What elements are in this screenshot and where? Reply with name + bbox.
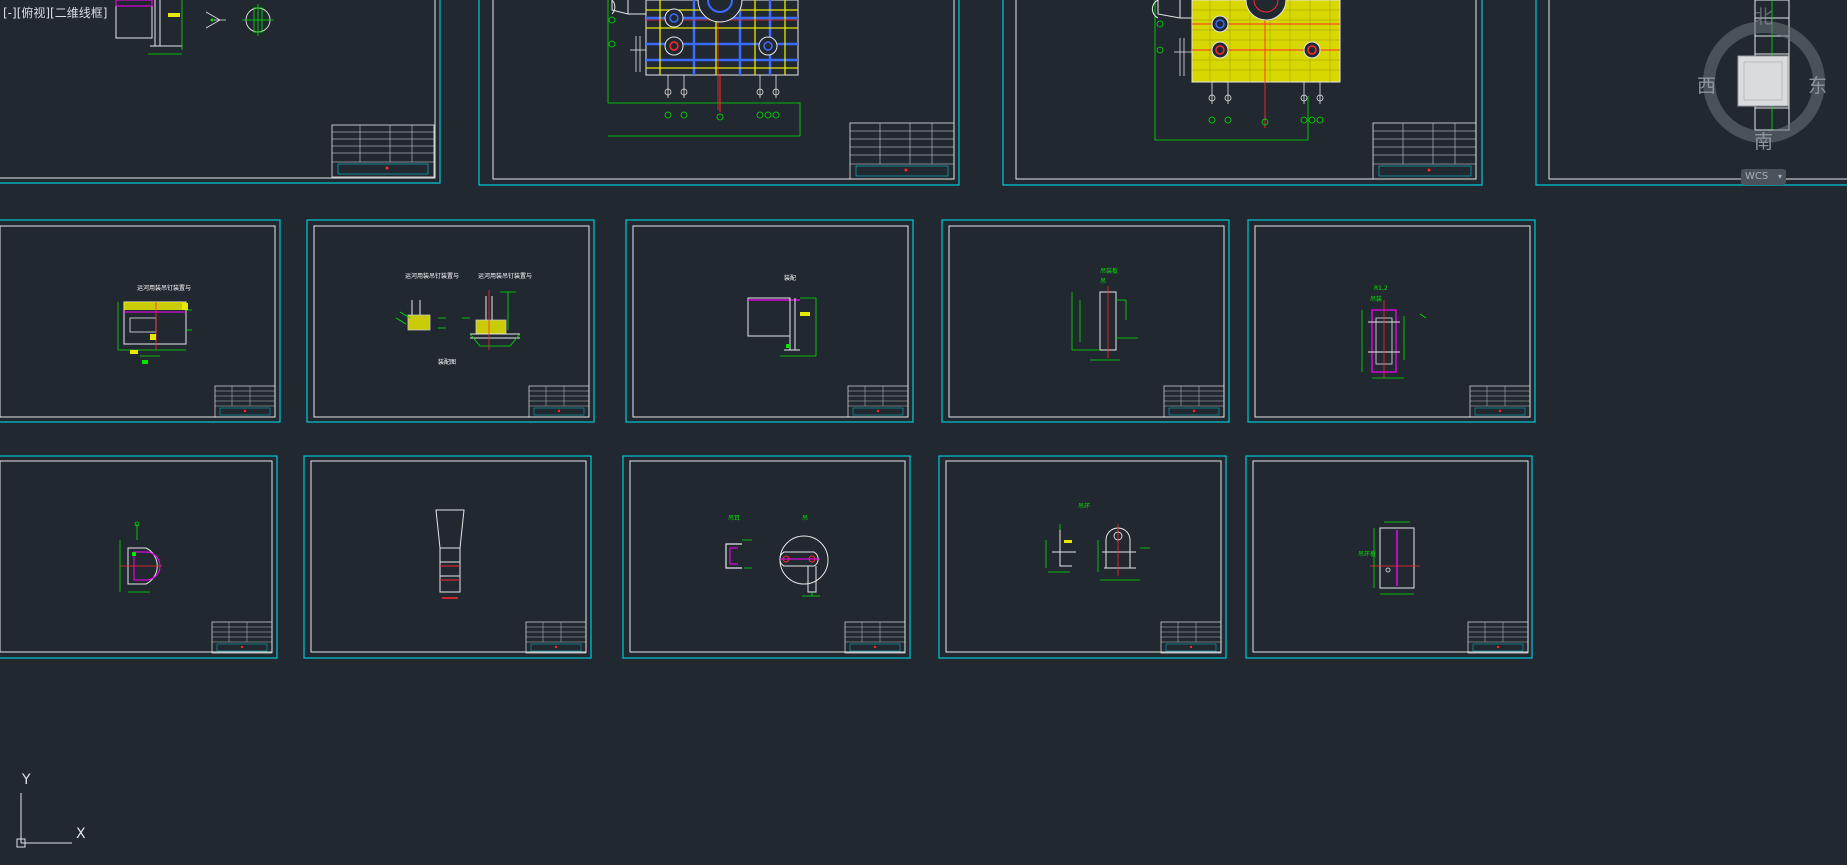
sheet-row2-5[interactable] (1247, 219, 1536, 423)
sheet-row2-2-caption: 装配图 (438, 358, 456, 366)
sheet-row3-3-title: 吊耳 (728, 515, 740, 522)
compass-north-label[interactable]: 北 (1754, 2, 1773, 29)
sheet-row3-2[interactable] (303, 455, 592, 659)
sheet-row3-4[interactable] (938, 455, 1227, 659)
viewcube-top-face[interactable] (1737, 55, 1789, 107)
compass-west-label[interactable]: 西 (1697, 71, 1716, 98)
sheet-row2-5-title: R1.2 (1374, 285, 1388, 292)
sheet-row2-3-title: 装配 (784, 274, 796, 282)
sheet-row3-3-subtitle: 吊 (802, 515, 808, 522)
sheet-row3-5[interactable] (1245, 455, 1533, 659)
sheet-row1-3[interactable] (1002, 0, 1483, 186)
sheet-row3-3[interactable] (622, 455, 911, 659)
sheet-row3-4-title: 吊环 (1078, 503, 1090, 510)
sheet-row1-4[interactable] (1535, 0, 1847, 186)
sheet-row2-2[interactable] (306, 219, 595, 423)
wcs-menu-button[interactable]: WCS ▾ (1741, 169, 1786, 185)
sheet-row2-3[interactable] (625, 219, 914, 423)
sheet-row2-5-subtitle: 吊装 (1370, 295, 1382, 303)
sheet-row2-2-title: 运河用装吊钉装置与 (405, 272, 459, 280)
sheet-row3-5-title: 吊环板 (1358, 550, 1376, 558)
viewport-controls-label[interactable]: [-][俯视][二维线框] (3, 4, 107, 21)
chevron-down-icon: ▾ (1777, 172, 1782, 181)
ucs-x-label: X (76, 826, 86, 842)
sheet-row2-1[interactable] (0, 219, 281, 423)
sheet-row2-1-title: 运河用装吊钉装置与 (137, 284, 191, 292)
compass-south-label[interactable]: 南 (1754, 127, 1773, 154)
sheet-row1-1[interactable] (0, 0, 441, 184)
sheet-row2-4-subtitle: 吊 (1100, 278, 1106, 285)
ucs-icon (16, 793, 72, 848)
ucs-y-label: Y (22, 772, 31, 788)
wcs-label: WCS (1745, 171, 1769, 182)
viewcube[interactable] (1703, 21, 1825, 143)
sheet-row1-2[interactable] (478, 0, 960, 186)
sheet-row3-1[interactable] (0, 455, 278, 659)
sheet-row2-4-title: 吊装板 (1100, 267, 1118, 275)
compass-east-label[interactable]: 东 (1808, 71, 1827, 98)
drawing-canvas[interactable]: 运河用装吊钉装置与 运河用装吊钉装置与 运河用装吊钉装置与 装配图 装配 吊装板… (0, 0, 1847, 865)
sheet-row2-4[interactable] (941, 219, 1230, 423)
sheet-row2-2-subtitle: 运河用装吊钉装置与 (478, 272, 532, 280)
